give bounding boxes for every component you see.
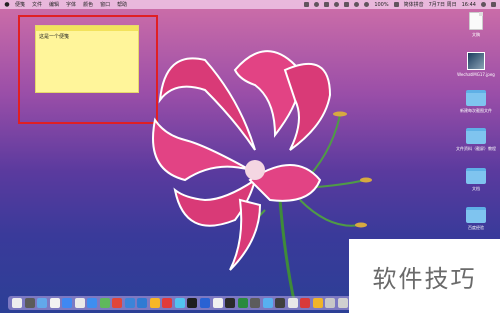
status-app-icon[interactable] (314, 2, 320, 7)
folder-icon (466, 90, 486, 106)
desktop-icon-folder[interactable]: 百度经验 (458, 207, 494, 230)
menu-item-font[interactable]: 字体 (66, 1, 76, 8)
desktop-icon-image[interactable]: WechatIMG17.jpeg (457, 52, 495, 77)
notification-center-icon[interactable] (491, 2, 496, 7)
dock-app-icon[interactable] (137, 298, 148, 308)
dock-app-icon[interactable] (187, 298, 198, 308)
dock-app-icon[interactable] (12, 298, 23, 308)
dock-app-icon[interactable] (212, 298, 223, 308)
dock-app-icon[interactable] (149, 298, 160, 308)
dock-app-icon[interactable] (300, 298, 311, 308)
menu-item-edit[interactable]: 编辑 (49, 1, 59, 8)
menu-item-help[interactable]: 帮助 (117, 1, 127, 8)
desktop-icon-folder[interactable]: 文档 (458, 168, 494, 191)
date-text[interactable]: 7月7日 周日 (429, 1, 457, 8)
status-app-icon[interactable] (334, 2, 340, 7)
menu-item-file[interactable]: 文件 (32, 1, 42, 8)
dock-app-icon[interactable] (74, 298, 85, 308)
menu-item-app[interactable]: 便笺 (15, 1, 25, 8)
apple-menu-icon[interactable]: ● (4, 1, 10, 8)
dock-app-icon[interactable] (237, 298, 248, 308)
status-app-icon[interactable] (344, 2, 350, 7)
spotlight-icon[interactable] (481, 2, 486, 7)
dock-app-icon[interactable] (99, 298, 110, 308)
dock-app-icon[interactable] (250, 298, 261, 308)
image-icon (467, 52, 485, 70)
desktop-icon-folder[interactable]: 新建每次截图文件 (458, 90, 494, 113)
input-method[interactable]: 简体拼音 (404, 1, 424, 8)
dock-app-icon[interactable] (199, 298, 210, 308)
status-app-icon[interactable] (304, 2, 310, 7)
watermark-text: 软件技巧 (372, 264, 477, 293)
watermark: 软件技巧 (349, 239, 500, 313)
desktop-icon-folder[interactable]: 文件资料（截屏）教程 (456, 128, 496, 151)
dock-app-icon[interactable] (225, 298, 236, 308)
dock-app-icon[interactable] (325, 298, 336, 308)
dock-app-icon[interactable] (49, 298, 60, 308)
highlight-box (18, 15, 158, 124)
dock-app-icon[interactable] (312, 298, 323, 308)
dock-app-icon[interactable] (62, 298, 73, 308)
document-icon (469, 12, 483, 30)
battery-icon[interactable] (393, 2, 399, 7)
time-text[interactable]: 16:44 (462, 2, 476, 8)
dock-app-icon[interactable] (162, 298, 173, 308)
dock-app-icon[interactable] (174, 298, 185, 308)
dock-app-icon[interactable] (37, 298, 48, 308)
dock-app-icon[interactable] (337, 298, 348, 308)
folder-icon (466, 168, 486, 184)
menu-item-window[interactable]: 窗口 (100, 1, 110, 8)
dock-app-icon[interactable] (112, 298, 123, 308)
menu-item-color[interactable]: 颜色 (83, 1, 93, 8)
battery-text[interactable]: 100% (374, 2, 388, 8)
menu-bar: ● 便笺 文件 编辑 字体 颜色 窗口 帮助 100% 简体拼音 7月7日 周日… (0, 0, 500, 9)
volume-icon[interactable] (364, 2, 370, 7)
dock-app-icon[interactable] (87, 298, 98, 308)
folder-icon (466, 207, 486, 223)
status-area: 100% 简体拼音 7月7日 周日 16:44 (304, 0, 496, 9)
desktop-icon-document[interactable]: 文稿 (458, 12, 494, 37)
status-app-icon[interactable] (324, 2, 330, 7)
dock-app-icon[interactable] (262, 298, 273, 308)
wifi-icon[interactable] (354, 2, 360, 7)
dock-app-icon[interactable] (287, 298, 298, 308)
dock-app-icon[interactable] (124, 298, 135, 308)
folder-icon (466, 128, 486, 144)
dock (8, 296, 352, 310)
dock-app-icon[interactable] (24, 298, 35, 308)
dock-app-icon[interactable] (275, 298, 286, 308)
